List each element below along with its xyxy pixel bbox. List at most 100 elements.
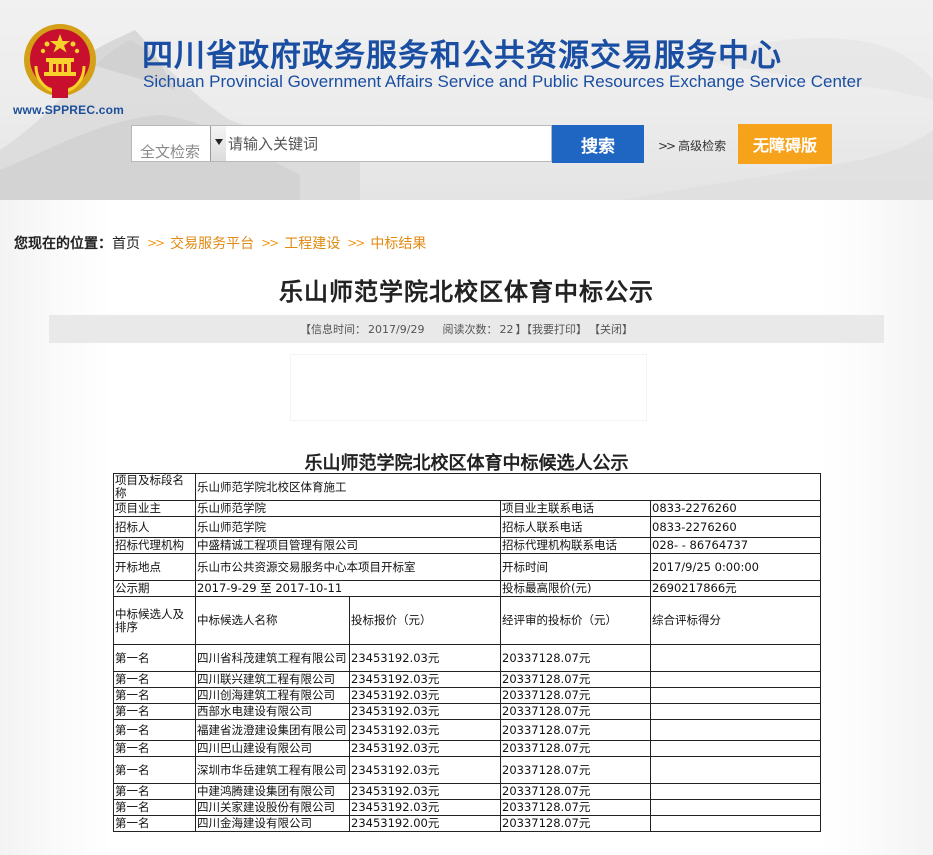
breadcrumb-lead: 您现在的位置： (14, 236, 112, 252)
table-row: 第一名 四川联兴建筑工程有限公司 23453192.03元 20337128.07元 (113, 671, 821, 688)
agency-phone-value: 028- - 86764737 (650, 537, 821, 554)
table-row: 第一名 深圳市华岳建筑工程有限公司 23453192.03元 20337128.07元 (113, 756, 821, 784)
candidate-name: 深圳市华岳建筑工程有限公司 (195, 756, 350, 784)
notice-title: 乐山师范学院北校区体育中标候选人公示 (304, 453, 629, 474)
header-name: 中标候选人名称 (195, 596, 350, 645)
candidate-score (650, 815, 821, 832)
candidate-score (650, 703, 821, 720)
candidate-reviewed: 20337128.07元 (500, 799, 651, 816)
table-row: 公示期 2017-9-29 至 2017-10-11 投标最高限价(元) 269… (113, 580, 821, 597)
search-button[interactable]: 搜索 (552, 125, 644, 163)
table-row: 第一名 中建鸿腾建设集团有限公司 23453192.03元 20337128.07元 (113, 783, 821, 800)
double-chevron-right-icon: >> (261, 236, 279, 250)
candidate-bid: 23453192.03元 (349, 644, 501, 672)
header-bid: 投标报价（元） (349, 596, 501, 645)
site-title-cn: 四川省政府政务服务和公共资源交易服务中心 (142, 38, 782, 74)
tenderer-value: 乐山师范学院 (195, 516, 501, 538)
location-label: 开标地点 (113, 553, 196, 581)
tenderer-label: 招标人 (113, 516, 196, 538)
period-label: 公示期 (113, 580, 196, 597)
candidate-name: 中建鸿腾建设集团有限公司 (195, 783, 350, 800)
table-row: 项目业主 乐山师范学院 项目业主联系电话 0833-2276260 (113, 500, 821, 517)
site-title-en: Sichuan Provincial Government Affairs Se… (143, 72, 862, 91)
double-chevron-right-icon: >> (347, 236, 365, 250)
blank-content-box (290, 354, 647, 421)
breadcrumb-item-home[interactable]: 首页 (112, 233, 140, 253)
table-row: 第一名 四川创海建筑工程有限公司 23453192.03元 20337128.07元 (113, 687, 821, 704)
agency-label: 招标代理机构 (113, 537, 196, 554)
search-scope-select[interactable]: 全文检索 (132, 126, 226, 161)
print-link[interactable]: 】【我要打印】 (515, 321, 587, 337)
candidate-name: 四川省科茂建筑工程有限公司 (195, 644, 350, 672)
table-row: 第一名 四川省科茂建筑工程有限公司 23453192.03元 20337128.07元 (113, 644, 821, 672)
accessibility-button[interactable]: 无障碍版 (738, 124, 832, 164)
advanced-search-link[interactable]: >> 高级检索 (658, 137, 726, 154)
table-row: 第一名 四川关家建设股份有限公司 23453192.03元 20337128.07元 (113, 799, 821, 816)
candidate-reviewed: 20337128.07元 (500, 703, 651, 720)
agency-phone-label: 招标代理机构联系电话 (500, 537, 651, 554)
location-value: 乐山市公共资源交易服务中心本项目开标室 (195, 553, 501, 581)
candidate-name: 西部水电建设有限公司 (195, 703, 350, 720)
candidate-reviewed: 20337128.07元 (500, 815, 651, 832)
candidate-rank: 第一名 (113, 703, 196, 720)
table-row: 项目及标段名称 乐山师范学院北校区体育施工 (113, 473, 821, 501)
candidate-bid: 23453192.03元 (349, 719, 501, 741)
max-price-value: 26902178​66元 (650, 580, 821, 597)
candidate-rank: 第一名 (113, 644, 196, 672)
candidate-bid: 23453192.03元 (349, 740, 501, 757)
candidate-rank: 第一名 (113, 756, 196, 784)
candidate-score (650, 799, 821, 816)
double-chevron-right-icon: >> (147, 236, 165, 250)
breadcrumb-item-bid-results[interactable]: 中标结果 (370, 233, 426, 253)
header-rank: 中标候选人及排序 (113, 596, 196, 645)
table-row: 第一名 福建省泷澄建设集团有限公司 23453192.03元 20337128.07元 (113, 719, 821, 741)
candidate-score (650, 687, 821, 704)
open-time-value: 2017/9/25 0:00:00 (650, 553, 821, 581)
search-input[interactable] (228, 130, 546, 157)
chevron-down-icon[interactable] (210, 126, 226, 161)
project-label: 项目及标段名称 (113, 473, 196, 501)
owner-phone-label: 项目业主联系电话 (500, 500, 651, 517)
advanced-search-label: 高级检索 (678, 139, 727, 153)
candidate-name: 四川关家建设股份有限公司 (195, 799, 350, 816)
table-row: 开标地点 乐山市公共资源交易服务中心本项目开标室 开标时间 2017/9/25 … (113, 553, 821, 581)
close-link[interactable]: 【关闭】 (589, 321, 633, 337)
max-price-label: 投标最高限价(元) (500, 580, 651, 597)
tenderer-phone-label: 招标人联系电话 (500, 516, 651, 538)
site-header: www.SPPREC.com 四川省政府政务服务和公共资源交易服务中心 Sich… (0, 0, 933, 200)
search-scope-value: 全文检索 (140, 143, 201, 161)
candidate-rank: 第一名 (113, 799, 196, 816)
search-bar: 全文检索 (131, 125, 552, 162)
candidate-name: 福建省泷澄建设集团有限公司 (195, 719, 350, 741)
period-value: 2017-9-29 至 2017-10-11 (195, 580, 501, 597)
candidate-score (650, 719, 821, 741)
candidate-rank: 第一名 (113, 783, 196, 800)
candidate-reviewed: 20337128.07元 (500, 756, 651, 784)
agency-value: 中盛精诚工程项目管理有限公司 (195, 537, 501, 554)
candidate-bid: 23453192.03元 (349, 703, 501, 720)
candidate-name: 四川金海建设有限公司 (195, 815, 350, 832)
info-time-label: 【信息时间： (300, 323, 367, 336)
owner-value: 乐山师范学院 (195, 500, 501, 517)
candidate-reviewed: 20337128.07元 (500, 719, 651, 741)
candidate-rank: 第一名 (113, 671, 196, 688)
candidate-bid: 23453192.03元 (349, 783, 501, 800)
site-url-label: www.SPPREC.com (13, 103, 125, 117)
table-row: 第一名 四川金海建设有限公司 23453192.00元 20337128.07元 (113, 815, 821, 832)
candidate-bid: 23453192.03元 (349, 687, 501, 704)
open-time-label: 开标时间 (500, 553, 651, 581)
candidate-rank: 第一名 (113, 687, 196, 704)
article-info-bar: 【信息时间： 2017/9/29 阅读次数： 22 】【我要打印】 【关闭】 (49, 315, 884, 343)
info-views-value: 22 (499, 322, 514, 336)
breadcrumb-item-trading-platform[interactable]: 交易服务平台 (170, 233, 254, 253)
candidate-bid: 23453192.00元 (349, 815, 501, 832)
info-views-label: 阅读次数： (442, 323, 498, 336)
table-row: 招标人 乐山师范学院 招标人联系电话 0833-2276260 (113, 516, 821, 538)
breadcrumb-item-engineering[interactable]: 工程建设 (284, 233, 340, 253)
candidate-reviewed: 20337128.07元 (500, 687, 651, 704)
owner-label: 项目业主 (113, 500, 196, 517)
double-chevron-right-icon: >> (658, 138, 676, 153)
candidate-score (650, 671, 821, 688)
table-row: 第一名 四川巴山建设有限公司 23453192.03元 20337128.07元 (113, 740, 821, 757)
candidate-score (650, 756, 821, 784)
